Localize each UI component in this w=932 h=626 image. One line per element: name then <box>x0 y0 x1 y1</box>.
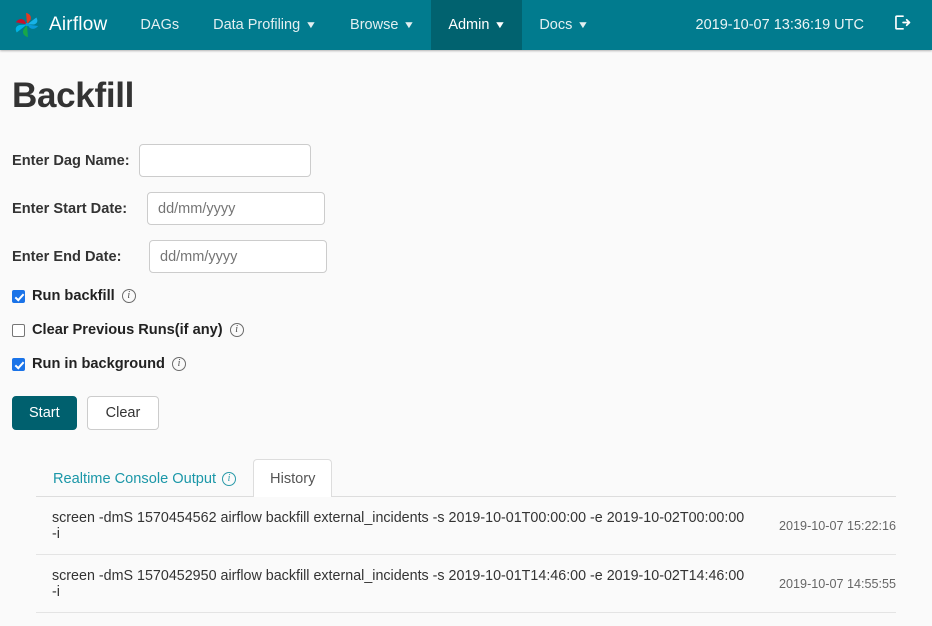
navbar-right-group: 2019-10-07 13:36:19 UTC <box>682 0 932 50</box>
nav-item-label: Browse <box>350 17 399 33</box>
nav-item-admin[interactable]: Admin ▼ <box>431 0 523 50</box>
history-table: screen -dmS 1570454562 airflow backfill … <box>36 497 896 626</box>
form-row-start-date: Enter Start Date: <box>12 192 920 225</box>
nav-item-label: Admin <box>448 17 490 33</box>
info-icon[interactable]: i <box>229 323 244 337</box>
utc-clock: 2019-10-07 13:36:19 UTC <box>695 17 864 33</box>
form-row-end-date: Enter End Date: <box>12 240 920 273</box>
checkbox-row-clear-previous-runs: Clear Previous Runs(if any) i <box>12 322 920 338</box>
page-title: Backfill <box>12 76 135 115</box>
tabs-section: Realtime Console Output i History screen… <box>12 459 920 626</box>
history-command: screen -dmS 1570448754 airflow backfill … <box>36 612 746 626</box>
nav-item-label: DAGs <box>140 17 180 33</box>
brand-home-link[interactable]: Airflow <box>0 0 123 50</box>
dag-name-input[interactable] <box>139 144 311 177</box>
nav-item-docs[interactable]: Docs ▼ <box>522 0 605 50</box>
info-icon[interactable]: i <box>222 472 237 486</box>
tab-strip: Realtime Console Output i History <box>36 459 896 497</box>
start-date-label: Enter Start Date: <box>12 200 128 217</box>
logout-icon <box>892 13 911 37</box>
form-actions: Start Clear <box>12 396 920 430</box>
page-body: Backfill Enter Dag Name: Enter Start Dat… <box>0 76 932 626</box>
clear-button[interactable]: Clear <box>86 396 160 430</box>
table-row[interactable]: screen -dmS 1570452950 airflow backfill … <box>36 554 896 613</box>
info-icon[interactable]: i <box>171 357 186 371</box>
tab-label: Realtime Console Output <box>53 471 217 487</box>
history-timestamp: 2019-10-07 14:55:55 <box>746 554 896 613</box>
chevron-down-icon: ▼ <box>403 19 416 31</box>
history-timestamp: 2019-10-07 15:22:16 <box>746 497 896 555</box>
table-row[interactable]: screen -dmS 1570448754 airflow backfill … <box>36 612 896 626</box>
logout-button[interactable] <box>882 0 920 50</box>
navbar-menu: DAGs Data Profiling ▼ Browse ▼ Admin ▼ D… <box>123 0 605 50</box>
run-backfill-label[interactable]: Run backfill <box>32 288 115 304</box>
brand-label: Airflow <box>49 14 108 35</box>
run-in-background-checkbox[interactable] <box>12 357 25 371</box>
nav-item-data-profiling[interactable]: Data Profiling ▼ <box>196 0 333 50</box>
clear-previous-runs-checkbox[interactable] <box>12 323 25 337</box>
checkbox-row-run-in-background: Run in background i <box>12 356 920 372</box>
main-navbar: Airflow DAGs Data Profiling ▼ Browse ▼ A… <box>0 0 932 50</box>
history-command: screen -dmS 1570452950 airflow backfill … <box>36 554 746 613</box>
history-timestamp: 2019-10-07 13:45:40 <box>746 612 896 626</box>
end-date-input[interactable] <box>149 240 327 273</box>
chevron-down-icon: ▼ <box>304 19 318 31</box>
tab-label: History <box>270 471 316 487</box>
nav-item-dags[interactable]: DAGs <box>123 0 196 50</box>
table-row[interactable]: screen -dmS 1570454562 airflow backfill … <box>36 497 896 555</box>
checkbox-row-run-backfill: Run backfill i <box>12 288 920 304</box>
end-date-label: Enter End Date: <box>12 248 122 265</box>
nav-item-browse[interactable]: Browse ▼ <box>333 0 431 50</box>
info-icon[interactable]: i <box>121 289 136 303</box>
chevron-down-icon: ▼ <box>494 19 507 31</box>
tab-realtime-console-output[interactable]: Realtime Console Output i <box>36 459 253 497</box>
start-date-input[interactable] <box>147 192 325 225</box>
run-backfill-checkbox[interactable] <box>12 289 25 303</box>
run-in-background-label[interactable]: Run in background <box>32 356 165 372</box>
history-table-body: screen -dmS 1570454562 airflow backfill … <box>36 497 896 626</box>
clear-previous-runs-label[interactable]: Clear Previous Runs(if any) <box>32 322 223 338</box>
nav-item-label: Data Profiling <box>213 17 301 33</box>
chevron-down-icon: ▼ <box>577 19 590 31</box>
tab-history[interactable]: History <box>253 459 333 497</box>
airflow-pinwheel-logo <box>12 10 42 40</box>
start-button[interactable]: Start <box>12 396 77 430</box>
nav-item-label: Docs <box>539 17 573 33</box>
dag-name-label: Enter Dag Name: <box>12 152 130 169</box>
history-command: screen -dmS 1570454562 airflow backfill … <box>36 497 746 555</box>
form-row-dag-name: Enter Dag Name: <box>12 144 920 177</box>
